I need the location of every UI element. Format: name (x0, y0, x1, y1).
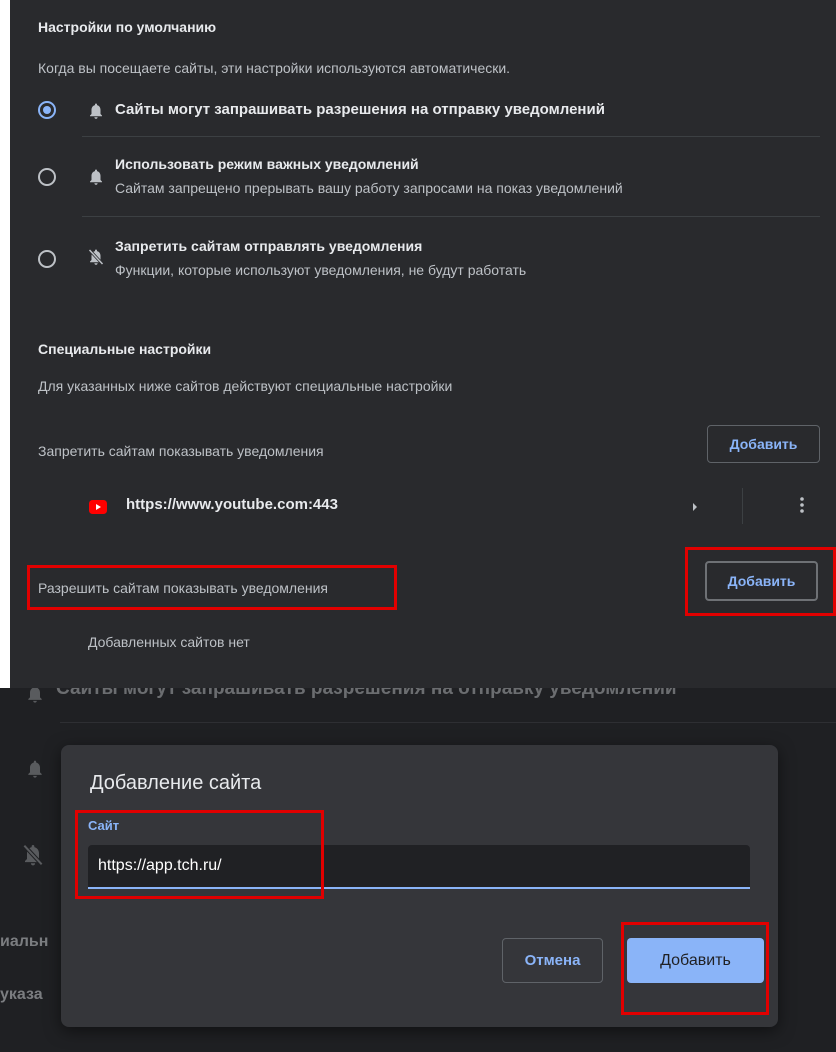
default-option-block[interactable]: Запретить сайтам отправлять уведомления … (36, 234, 826, 284)
default-option-quiet-label: Использовать режим важных уведомлений (115, 156, 419, 172)
add-allowed-site-button[interactable]: Добавить (705, 561, 818, 601)
background-fragment: иальн (0, 933, 49, 950)
divider (82, 136, 820, 137)
site-url: https://www.youtube.com:443 (126, 496, 338, 513)
bell-off-icon (88, 248, 104, 266)
add-site-dialog: Добавление сайта Сайт Отмена Добавить (61, 745, 778, 1027)
bell-icon (90, 103, 102, 119)
divider (82, 216, 820, 217)
block-list-label: Запретить сайтам показывать уведомления (38, 443, 324, 459)
bell-off-icon (22, 844, 44, 866)
defaults-title: Настройки по умолчанию (38, 19, 217, 35)
custom-title: Специальные настройки (38, 341, 212, 357)
notification-settings-panel: Настройки по умолчанию Когда вы посещает… (10, 0, 836, 688)
radio-button-checked[interactable] (38, 101, 56, 119)
defaults-description: Когда вы посещаете сайты, эти настройки … (38, 60, 511, 76)
default-option-quiet[interactable]: Использовать режим важных уведомлений Са… (36, 152, 826, 202)
more-vertical-icon[interactable] (800, 496, 804, 514)
bell-icon (28, 688, 42, 703)
separator (742, 488, 743, 524)
background-fragment: указа (0, 986, 43, 1003)
default-option-block-sublabel: Функции, которые используют уведомления,… (115, 262, 527, 278)
custom-description: Для указанных ниже сайтов действуют спец… (38, 378, 453, 394)
default-option-ask[interactable]: Сайты могут запрашивать разрешения на от… (36, 92, 826, 132)
add-blocked-site-button[interactable]: Добавить (707, 425, 820, 463)
bell-icon (28, 760, 42, 778)
site-field-label: Сайт (88, 818, 120, 833)
dialog-title: Добавление сайта (90, 772, 262, 794)
radio-button[interactable] (38, 168, 56, 186)
background-option-text: Сайты могут запрашивать разрешения на от… (56, 688, 677, 699)
empty-list-text: Добавленных сайтов нет (88, 634, 250, 650)
divider (60, 722, 836, 723)
youtube-icon (89, 500, 107, 514)
site-url-input[interactable] (88, 845, 750, 889)
default-option-ask-label: Сайты могут запрашивать разрешения на от… (115, 101, 605, 118)
site-list-item[interactable]: https://www.youtube.com:443 (76, 484, 826, 528)
default-option-block-label: Запретить сайтам отправлять уведомления (115, 238, 423, 254)
radio-button[interactable] (38, 250, 56, 268)
arrow-right-icon[interactable] (692, 502, 698, 512)
add-button[interactable]: Добавить (627, 938, 764, 983)
default-option-quiet-sublabel: Сайтам запрещено прерывать вашу работу з… (115, 180, 623, 196)
cancel-button[interactable]: Отмена (502, 938, 603, 983)
bell-icon (90, 169, 102, 185)
allow-list-label: Разрешить сайтам показывать уведомления (38, 580, 328, 596)
